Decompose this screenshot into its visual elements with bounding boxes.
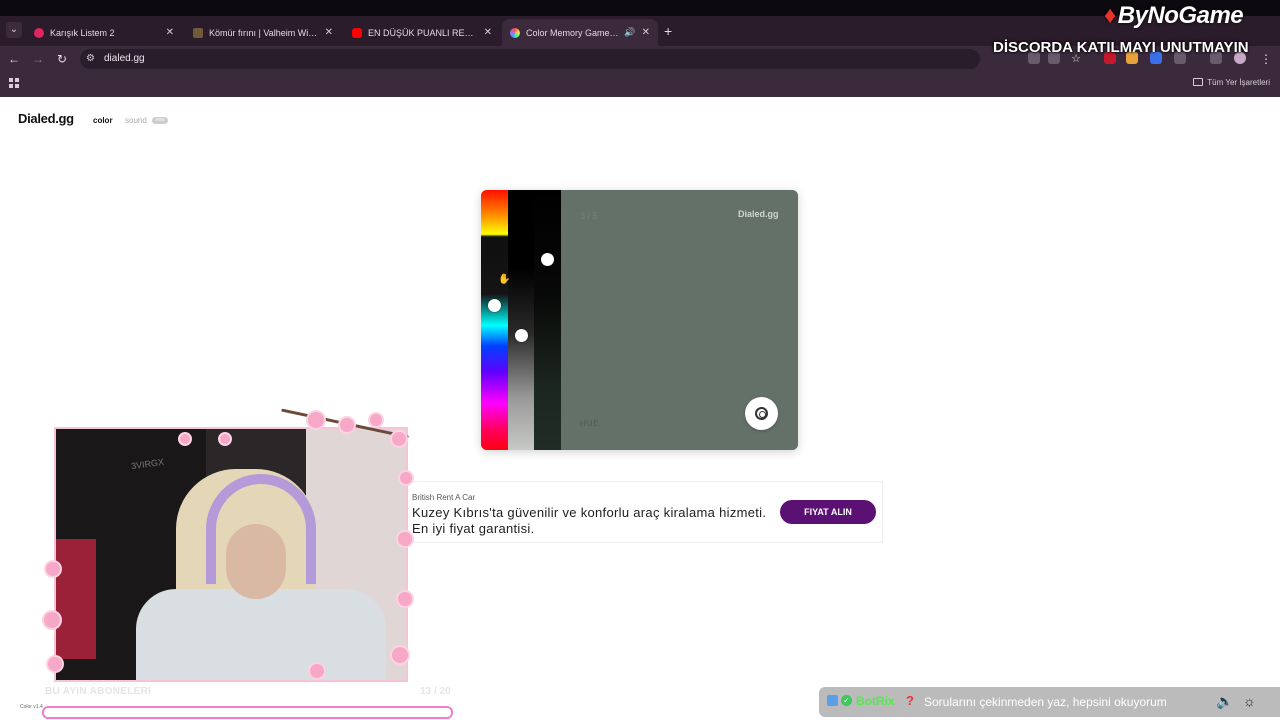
headphones <box>206 474 316 584</box>
bot-icon <box>827 695 838 706</box>
flower-decoration <box>220 434 230 444</box>
lightness-knob[interactable] <box>541 253 554 266</box>
discord-banner: DİSCORDA KATILMAYI UNUTMAYIN <box>993 39 1249 56</box>
ticker-message: Sorularını çekinmeden yaz, hepsini okuyo… <box>924 695 1167 709</box>
card-logo: Dialed.gg <box>738 209 779 219</box>
verified-check-icon: ✓ <box>841 695 852 706</box>
flower-decoration <box>310 664 324 678</box>
nav-color-link[interactable]: color <box>93 116 113 125</box>
flower-decoration <box>400 472 412 484</box>
question-mark-icon: ? <box>906 693 914 708</box>
chat-ticker: ✓ BotRix ? Sorularını çekinmeden yaz, he… <box>819 687 1280 717</box>
footer-version: Color v1.4 <box>20 704 43 710</box>
music-icon <box>34 27 44 38</box>
flower-decoration <box>398 532 412 546</box>
subscribers-label: BU AYIN ABONELERI <box>45 686 152 697</box>
site-brand[interactable]: Dialed.gg <box>18 111 74 126</box>
back-icon[interactable]: ← <box>6 51 22 67</box>
address-text[interactable]: dialed.gg <box>104 53 145 64</box>
flower-decoration <box>46 562 60 576</box>
new-badge: new <box>152 117 168 124</box>
subscribers-progress-bar <box>42 706 453 719</box>
webcam-video: 3VIRGX <box>54 427 408 682</box>
saturation-knob[interactable] <box>515 329 528 342</box>
tab-karisik-listem[interactable]: Karışık Listem 2 ✕ <box>26 19 182 46</box>
tab-valheim-wiki[interactable]: Kömür fırını | Valheim Wiki | Hayranlar … <box>185 19 341 46</box>
ad-cta-button[interactable]: FIYAT ALIN <box>780 500 876 524</box>
flower-decoration <box>392 432 406 446</box>
saturation-slider[interactable] <box>508 190 534 450</box>
flower-decoration <box>340 418 354 432</box>
wiki-icon <box>193 27 203 38</box>
close-icon[interactable]: ✕ <box>642 27 650 38</box>
volume-icon[interactable]: 🔈 <box>1216 693 1233 710</box>
screen: ⌄ Karışık Listem 2 ✕ Kömür fırını | Valh… <box>0 0 1280 720</box>
close-icon[interactable]: ✕ <box>484 27 492 38</box>
nav-sound-link[interactable]: sound <box>125 116 147 125</box>
subscribers-count: 13 / 20 <box>420 686 451 697</box>
mouse-cursor-icon: ✋ <box>498 274 511 285</box>
flower-decoration <box>308 412 324 428</box>
address-bar[interactable]: ⚙ dialed.gg <box>80 49 980 69</box>
tab-search-chevron-icon[interactable]: ⌄ <box>6 22 22 38</box>
color-wheel-icon <box>510 27 520 38</box>
reload-icon[interactable]: ↻ <box>54 51 70 67</box>
flower-decoration <box>44 612 60 628</box>
slider-label: HUE <box>580 419 600 428</box>
site-settings-icon[interactable]: ⚙ <box>86 52 98 66</box>
all-bookmarks[interactable]: Tüm Yer İşaretleri <box>1193 78 1270 87</box>
tab-color-memory-game[interactable]: Color Memory Game — Hayranlar 🔊 ✕ <box>502 19 658 46</box>
forward-icon[interactable]: → <box>30 51 46 67</box>
ad-source: British Rent A Car <box>412 493 476 502</box>
flame-icon: ♦ <box>1104 2 1116 29</box>
bot-name: BotRix <box>856 694 895 708</box>
game-card: ✋ 3 / 5 Dialed.gg HUE <box>481 190 798 450</box>
speaker-icon[interactable]: 🔊 <box>624 27 635 38</box>
webcam-overlay: 3VIRGX <box>40 408 418 684</box>
apps-grid-icon[interactable] <box>9 78 19 88</box>
ad-text: Kuzey Kıbrıs'ta güvenilir ve konforlu ar… <box>412 505 767 536</box>
flower-decoration <box>392 647 408 663</box>
bookmarks-bar: Tüm Yer İşaretleri <box>0 72 1280 97</box>
flower-decoration <box>398 592 412 606</box>
hue-slider[interactable] <box>481 190 508 450</box>
brightness-icon[interactable]: ☼ <box>1243 693 1256 709</box>
youtube-icon <box>352 27 362 38</box>
close-icon[interactable]: ✕ <box>166 27 174 38</box>
lightness-slider[interactable] <box>534 190 561 450</box>
menu-kebab-icon[interactable]: ⋮ <box>1258 51 1274 67</box>
stream-logo: ♦ByNoGame <box>1104 2 1244 29</box>
flower-decoration <box>48 657 62 671</box>
target-icon <box>755 407 768 420</box>
submit-guess-button[interactable] <box>745 397 778 430</box>
new-tab-button[interactable]: + <box>664 24 672 38</box>
folder-icon <box>1193 78 1204 86</box>
flower-decoration <box>180 434 190 444</box>
close-icon[interactable]: ✕ <box>325 27 333 38</box>
tab-youtube-restaurant[interactable]: EN DÜŞÜK PUANLI RESTORANI ✕ <box>344 19 500 46</box>
round-counter: 3 / 5 <box>580 211 598 221</box>
flower-decoration <box>370 414 382 426</box>
ad-banner[interactable]: British Rent A Car Kuzey Kıbrıs'ta güven… <box>405 481 883 543</box>
hue-knob[interactable] <box>488 299 501 312</box>
top-strip <box>0 0 1280 16</box>
